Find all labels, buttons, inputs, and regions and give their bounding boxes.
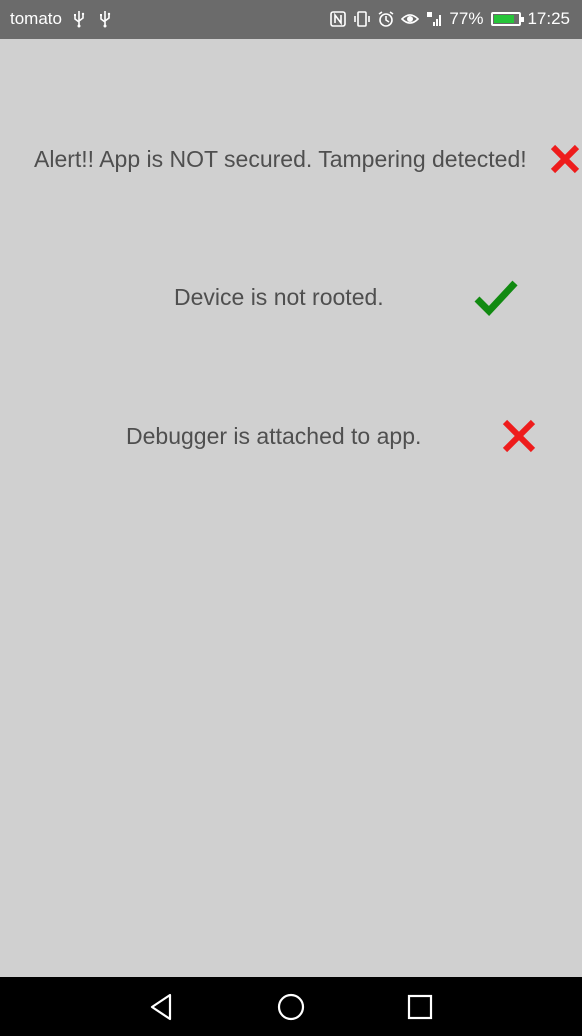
clock: 17:25 (527, 9, 570, 28)
status-bar-right: 77% 17:25 (329, 9, 570, 29)
check-icon (474, 277, 518, 317)
back-icon[interactable] (146, 991, 178, 1023)
home-icon[interactable] (275, 991, 307, 1023)
eye-comfort-icon (401, 10, 420, 28)
battery-level-fill (494, 15, 515, 23)
usb-icon (70, 10, 88, 28)
vibrate-icon (353, 10, 371, 28)
tamper-check-row: Alert!! App is NOT secured. Tampering de… (0, 139, 582, 179)
battery-percent: 77% (449, 9, 484, 28)
nfc-icon (329, 10, 347, 28)
navigation-bar (0, 977, 582, 1036)
tamper-check-label: Alert!! App is NOT secured. Tampering de… (34, 146, 527, 172)
battery-charging-icon (491, 12, 525, 26)
alarm-icon (377, 10, 395, 28)
usb-icon (96, 10, 114, 28)
status-bar-left: tomato (10, 9, 114, 29)
root-check-label: Device is not rooted. (174, 284, 384, 310)
debugger-check-label: Debugger is attached to app. (126, 423, 422, 449)
carrier-name: tomato (10, 9, 62, 28)
status-bar: tomato 77% 17:25 (0, 0, 582, 39)
cross-icon (547, 141, 582, 177)
signal-4g-icon (425, 10, 443, 28)
debugger-check-row: Debugger is attached to app. (0, 416, 582, 456)
root-check-row: Device is not rooted. (0, 277, 582, 317)
recents-icon[interactable] (404, 991, 436, 1023)
security-check-screen: Alert!! App is NOT secured. Tampering de… (0, 39, 582, 977)
cross-icon (501, 418, 537, 454)
